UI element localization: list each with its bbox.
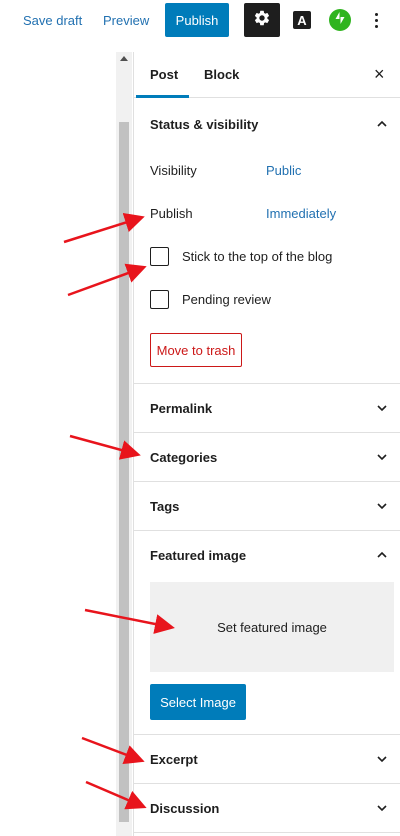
jetpack-icon [333,11,347,30]
permalink-header[interactable]: Permalink [150,401,212,416]
chevron-down-icon[interactable] [377,403,387,413]
sidebar-tabs: Post Block × [134,52,400,98]
categories-header[interactable]: Categories [150,450,217,465]
editor-toolbar: Save draft Preview Publish A [0,0,400,44]
discussion-header[interactable]: Discussion [150,801,219,816]
featured-image-header[interactable]: Featured image [150,548,246,563]
permalink-panel[interactable]: Permalink [134,384,400,433]
publish-button[interactable]: Publish [165,3,229,37]
set-featured-image-dropzone[interactable]: Set featured image [150,582,394,672]
move-to-trash-button[interactable]: Move to trash [150,333,242,367]
visibility-value-link[interactable]: Public [266,163,301,178]
stick-to-top-label[interactable]: Stick to the top of the blog [182,249,332,264]
stick-to-top-checkbox[interactable] [150,247,169,266]
tab-post[interactable]: Post [150,67,178,82]
tags-panel[interactable]: Tags [134,482,400,531]
chevron-down-icon[interactable] [377,501,387,511]
jetpack-button[interactable] [329,9,351,31]
select-image-button[interactable]: Select Image [150,684,246,720]
gear-icon [253,9,271,32]
settings-sidebar: Post Block × Status & visibility Visibil… [133,52,400,836]
active-tab-indicator [136,95,189,98]
categories-panel[interactable]: Categories [134,433,400,482]
pending-review-checkbox[interactable] [150,290,169,309]
preview-button[interactable]: Preview [103,13,149,28]
tags-header[interactable]: Tags [150,499,179,514]
scrollbar[interactable] [116,52,132,836]
status-visibility-header[interactable]: Status & visibility [150,117,258,132]
tab-block[interactable]: Block [204,67,239,82]
save-draft-button[interactable]: Save draft [23,13,82,28]
status-visibility-panel: Status & visibility Visibility Public Pu… [134,99,400,384]
chevron-up-icon[interactable] [377,550,387,560]
close-sidebar-button[interactable]: × [374,64,385,85]
more-vertical-icon [374,12,378,16]
scroll-up-arrow-icon[interactable] [120,56,128,61]
chevron-down-icon[interactable] [377,803,387,813]
visibility-label: Visibility [150,163,197,178]
more-options-button[interactable] [370,9,382,31]
discussion-panel[interactable]: Discussion [134,784,400,833]
settings-button[interactable] [244,3,280,37]
publish-date-link[interactable]: Immediately [266,206,336,221]
a-plugin-button[interactable]: A [293,11,311,29]
pending-review-label[interactable]: Pending review [182,292,271,307]
excerpt-header[interactable]: Excerpt [150,752,198,767]
chevron-down-icon[interactable] [377,754,387,764]
chevron-up-icon[interactable] [377,119,387,129]
publish-label: Publish [150,206,193,221]
excerpt-panel[interactable]: Excerpt [134,735,400,784]
chevron-down-icon[interactable] [377,452,387,462]
scrollbar-thumb[interactable] [119,122,129,822]
